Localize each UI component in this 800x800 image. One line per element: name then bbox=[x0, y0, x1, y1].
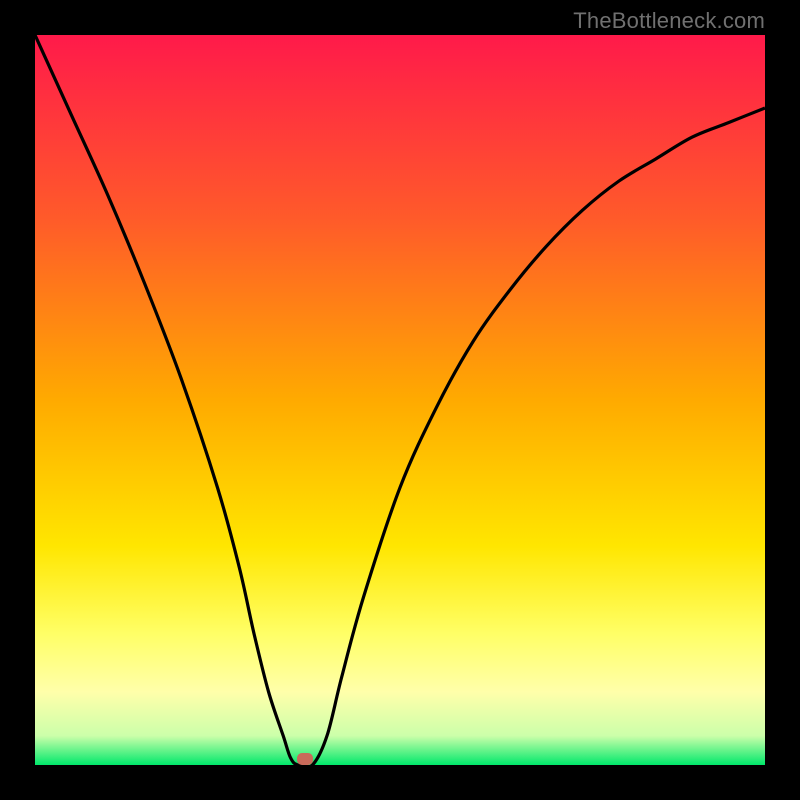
bottleneck-curve bbox=[35, 35, 765, 765]
watermark-text: TheBottleneck.com bbox=[573, 8, 765, 34]
optimal-point-marker bbox=[297, 753, 313, 765]
chart-frame: TheBottleneck.com bbox=[0, 0, 800, 800]
plot-area bbox=[35, 35, 765, 765]
